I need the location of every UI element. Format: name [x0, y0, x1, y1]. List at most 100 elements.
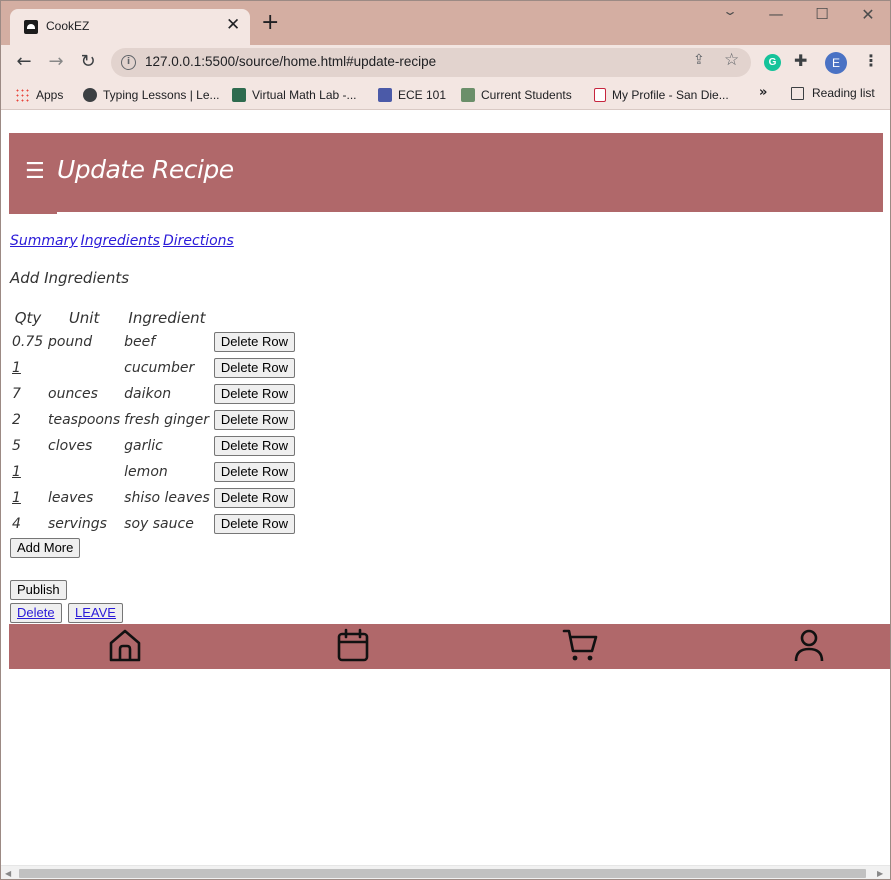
page-title: Update Recipe	[57, 155, 234, 184]
qty-cell[interactable]: 7	[10, 381, 46, 407]
user-icon[interactable]	[791, 627, 827, 663]
column-header-ingredient: Ingredient	[128, 309, 206, 327]
qty-cell[interactable]: 1	[10, 485, 46, 511]
home-icon[interactable]	[107, 627, 143, 663]
address-bar[interactable]: i 127.0.0.1:5500/source/home.html#update…	[111, 48, 751, 77]
delete-row-button[interactable]: Delete Row	[213, 488, 296, 508]
globe-icon	[83, 88, 97, 102]
cart-icon[interactable]	[562, 627, 598, 663]
more-menu-icon[interactable]: ⋮	[863, 51, 879, 70]
profile-avatar[interactable]: E	[825, 52, 847, 74]
bookmark-typing-lessons[interactable]: Typing Lessons | Le...	[83, 86, 220, 104]
bookmark-virtual-math-lab[interactable]: Virtual Math Lab -...	[232, 86, 357, 104]
new-tab-button[interactable]: +	[261, 12, 279, 34]
column-header-unit: Unit	[68, 309, 100, 327]
delete-row-button[interactable]: Delete Row	[213, 332, 296, 352]
unit-cell[interactable]	[46, 355, 122, 381]
ingredient-cell[interactable]: cucumber	[122, 355, 212, 381]
maximize-button[interactable]: ☐	[799, 5, 845, 29]
bookmark-apps[interactable]: Apps	[15, 86, 63, 104]
bookmark-my-profile[interactable]: My Profile - San Die...	[594, 86, 729, 104]
delete-row-button[interactable]: Delete Row	[213, 384, 296, 404]
bookmark-label: Virtual Math Lab -...	[252, 88, 357, 102]
sharepoint-icon	[232, 88, 246, 102]
bookmark-label: ECE 101	[398, 88, 447, 102]
browser-tab[interactable]: CookEZ ✕	[10, 9, 250, 45]
directions-link[interactable]: Directions	[163, 233, 234, 249]
bookmark-label: Apps	[36, 88, 64, 102]
tab-close-icon[interactable]: ✕	[226, 15, 240, 35]
unit-cell[interactable]: teaspoons	[46, 407, 122, 433]
qty-cell[interactable]: 1	[10, 459, 46, 485]
qty-cell[interactable]: 2	[10, 407, 46, 433]
minimize-button[interactable]: —	[753, 5, 799, 29]
grammarly-extension-icon[interactable]: G	[764, 54, 781, 71]
app-header: ☰ Update Recipe	[9, 133, 883, 212]
leave-button[interactable]: LEAVE	[68, 603, 123, 623]
ingredients-table: Qty Unit Ingredient 0.75 pound beef Dele…	[10, 307, 297, 537]
bookmarks-overflow-icon[interactable]: »	[759, 85, 767, 100]
qty-cell[interactable]: 4	[10, 511, 46, 537]
delete-row-button[interactable]: Delete Row	[213, 436, 296, 456]
apps-grid-icon	[15, 87, 30, 103]
tab-title: CookEZ	[46, 19, 90, 33]
unit-cell[interactable]: pound	[46, 329, 122, 355]
bookmark-label: Typing Lessons | Le...	[103, 88, 220, 102]
ingredient-cell[interactable]: beef	[122, 329, 212, 355]
close-window-button[interactable]: ✕	[845, 5, 890, 29]
qty-cell[interactable]: 1	[10, 355, 46, 381]
reload-icon[interactable]: ↻	[75, 49, 101, 75]
ingredients-link[interactable]: Ingredients	[81, 233, 160, 249]
unit-cell[interactable]: leaves	[46, 485, 122, 511]
ingredient-cell[interactable]: lemon	[122, 459, 212, 485]
unit-cell[interactable]	[46, 459, 122, 485]
reading-list-button[interactable]: Reading list	[791, 86, 875, 100]
table-row: 2 teaspoons fresh ginger Delete Row	[10, 407, 297, 433]
students-icon	[461, 88, 475, 102]
table-row: 0.75 pound beef Delete Row	[10, 329, 297, 355]
unit-cell[interactable]: ounces	[46, 381, 122, 407]
extensions-puzzle-icon[interactable]: ✚	[794, 51, 807, 70]
qty-cell[interactable]: 0.75	[10, 329, 46, 355]
page-content: ☰ Update Recipe Summary Ingredients Direct…	[1, 111, 890, 865]
horizontal-scrollbar[interactable]: ◀ ▶	[1, 865, 890, 879]
ingredient-cell[interactable]: shiso leaves	[122, 485, 212, 511]
table-row: 1 cucumber Delete Row	[10, 355, 297, 381]
bookmark-star-icon[interactable]: ☆	[724, 50, 739, 70]
ingredient-cell[interactable]: daikon	[122, 381, 212, 407]
sdsu-icon	[594, 88, 606, 102]
ingredient-cell[interactable]: garlic	[122, 433, 212, 459]
scroll-left-arrow-icon[interactable]: ◀	[5, 869, 11, 878]
delete-row-button[interactable]: Delete Row	[213, 410, 296, 430]
url-text[interactable]: 127.0.0.1:5500/source/home.html#update-r…	[145, 54, 436, 69]
ingredient-cell[interactable]: soy sauce	[122, 511, 212, 537]
table-header-row: Qty Unit Ingredient	[10, 307, 297, 329]
delete-row-button[interactable]: Delete Row	[213, 462, 296, 482]
browser-window: CookEZ ✕ + ⌄ — ☐ ✕ ← → ↻ i 127.0.0.1:550…	[0, 0, 891, 880]
scrollbar-thumb[interactable]	[19, 869, 866, 878]
hamburger-menu-icon[interactable]: ☰	[25, 159, 45, 184]
publish-button[interactable]: Publish	[10, 580, 67, 600]
delete-row-button[interactable]: Delete Row	[213, 358, 296, 378]
ingredient-cell[interactable]: fresh ginger	[122, 407, 212, 433]
back-arrow-icon[interactable]: ←	[11, 49, 37, 75]
bookmark-current-students[interactable]: Current Students	[461, 86, 572, 104]
table-row: 5 cloves garlic Delete Row	[10, 433, 297, 459]
bookmark-ece-101[interactable]: ECE 101	[378, 86, 446, 104]
site-info-icon[interactable]: i	[121, 55, 136, 70]
piazza-icon	[378, 88, 392, 102]
add-more-button[interactable]: Add More	[10, 538, 81, 558]
unit-cell[interactable]: cloves	[46, 433, 122, 459]
delete-row-button[interactable]: Delete Row	[213, 514, 296, 534]
unit-cell[interactable]: servings	[46, 511, 122, 537]
table-row: 1 lemon Delete Row	[10, 459, 297, 485]
summary-link[interactable]: Summary	[10, 233, 78, 249]
share-icon[interactable]: ⇪	[693, 52, 705, 68]
qty-cell[interactable]: 5	[10, 433, 46, 459]
scroll-right-arrow-icon[interactable]: ▶	[877, 869, 883, 878]
bookmark-label: Current Students	[481, 88, 572, 102]
calendar-icon[interactable]	[335, 627, 371, 663]
browser-toolbar: ← → ↻ i 127.0.0.1:5500/source/home.html#…	[1, 45, 890, 80]
delete-recipe-button[interactable]: Delete	[10, 603, 62, 623]
forward-arrow-icon[interactable]: →	[43, 49, 69, 75]
